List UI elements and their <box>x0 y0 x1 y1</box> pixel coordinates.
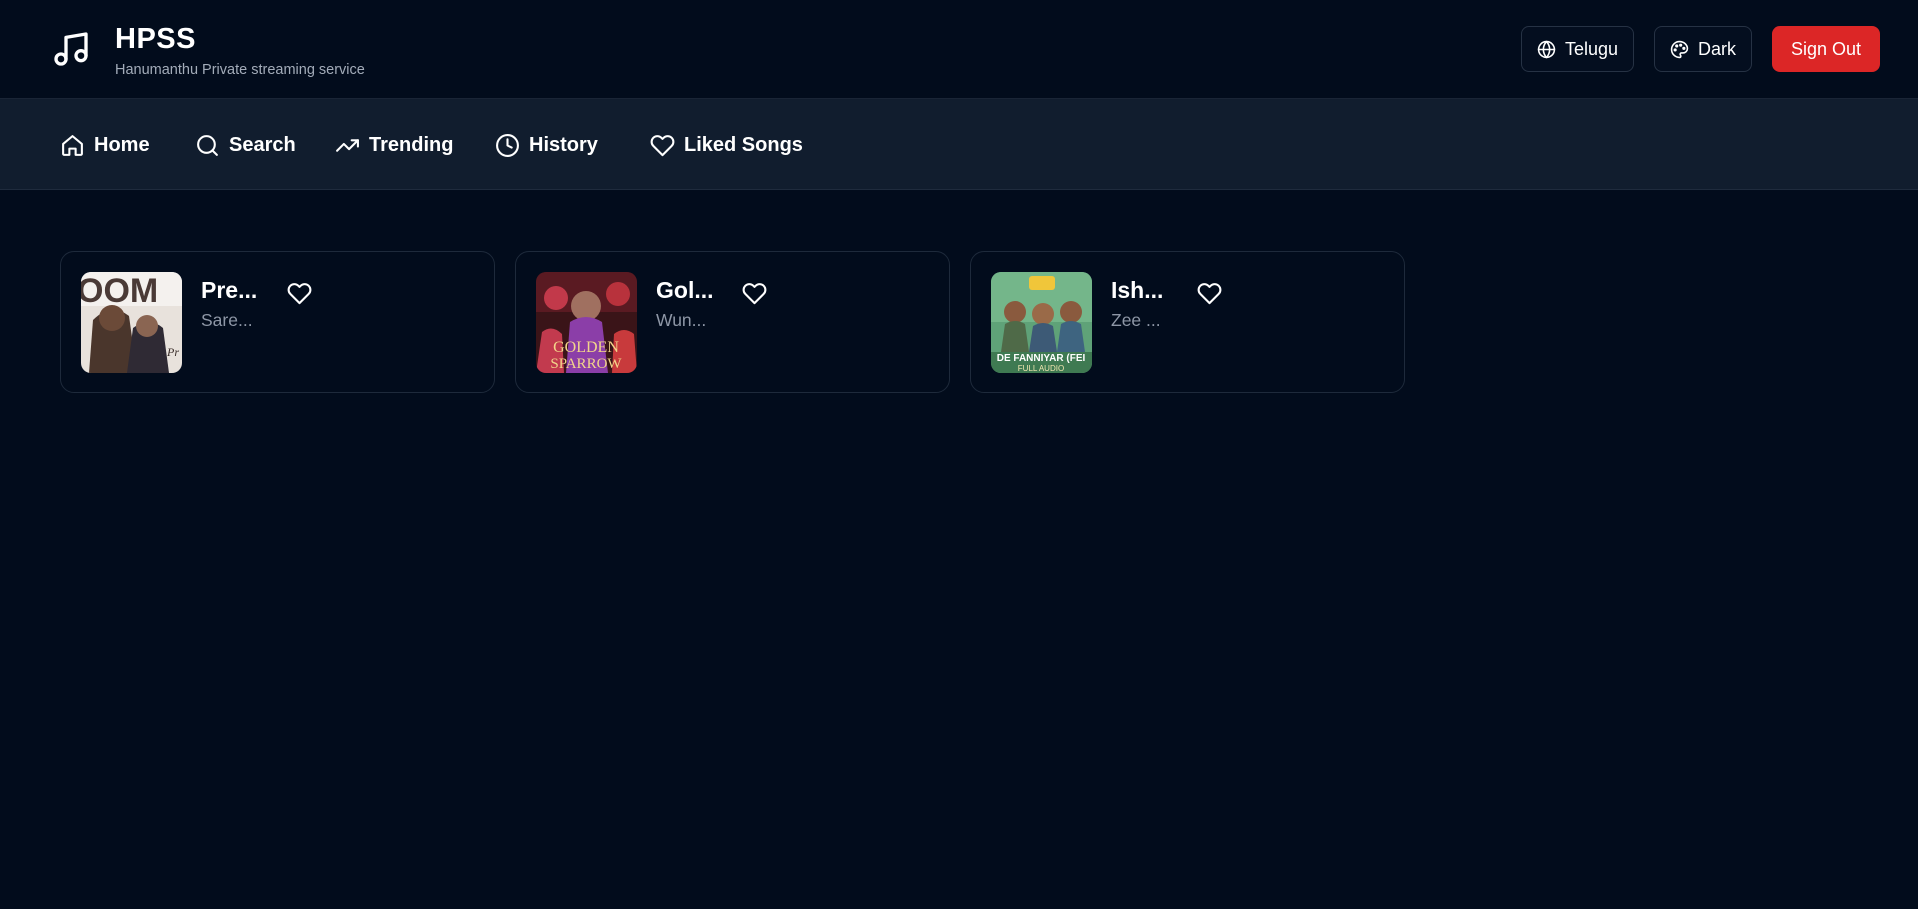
svg-text:OOM: OOM <box>81 272 158 310</box>
song-card[interactable]: GOLDEN SPARROW Gol... Wun... <box>515 251 950 393</box>
song-artist: Zee ... <box>1111 310 1161 330</box>
nav-item-label: Trending <box>369 133 454 156</box>
heart-icon <box>742 281 767 311</box>
svg-text:FULL AUDIO: FULL AUDIO <box>1018 364 1064 373</box>
palette-icon <box>1670 40 1689 59</box>
svg-text:Pr: Pr <box>166 345 179 359</box>
svg-text:GOLDEN: GOLDEN <box>553 339 619 356</box>
svg-text:DE FANNIYAR (FEI: DE FANNIYAR (FEI <box>997 353 1086 364</box>
album-art: DE FANNIYAR (FEI FULL AUDIO <box>991 272 1092 373</box>
app-header: HPSS Hanumanthu Private streaming servic… <box>0 0 1918 99</box>
theme-button[interactable]: Dark <box>1654 26 1752 72</box>
main-nav: Home Search Trending History Liked Songs <box>0 99 1918 190</box>
nav-item-label: Home <box>94 133 150 156</box>
nav-item-label: History <box>529 133 598 156</box>
app-subtitle: Hanumanthu Private streaming service <box>115 62 365 78</box>
nav-item-home[interactable]: Home <box>60 129 150 161</box>
heart-icon <box>650 133 675 158</box>
sign-out-button[interactable]: Sign Out <box>1772 26 1880 72</box>
search-icon <box>195 133 220 158</box>
nav-item-search[interactable]: Search <box>195 129 296 161</box>
heart-icon <box>287 281 312 311</box>
nav-item-trending[interactable]: Trending <box>335 129 453 161</box>
song-artist: Wun... <box>656 310 707 330</box>
clock-icon <box>495 133 520 158</box>
svg-text:SPARROW: SPARROW <box>550 356 622 372</box>
like-button[interactable] <box>740 282 768 310</box>
song-card[interactable]: OOM Pr Pre... Sare... <box>60 251 495 393</box>
album-art: GOLDEN SPARROW <box>536 272 637 373</box>
trending-up-icon <box>335 133 360 158</box>
app-title: HPSS <box>115 23 196 55</box>
song-artist: Sare... <box>201 310 253 330</box>
home-icon <box>60 133 85 158</box>
song-card[interactable]: DE FANNIYAR (FEI FULL AUDIO Ish... Zee .… <box>970 251 1405 393</box>
heart-icon <box>1197 281 1222 311</box>
music-note-icon <box>51 29 91 69</box>
like-button[interactable] <box>285 282 313 310</box>
nav-item-label: Liked Songs <box>684 133 803 156</box>
language-button[interactable]: Telugu <box>1521 26 1634 72</box>
language-label: Telugu <box>1564 38 1619 59</box>
like-button[interactable] <box>1195 282 1223 310</box>
song-title: Ish... <box>1111 277 1164 303</box>
song-title: Pre... <box>201 277 258 303</box>
theme-label: Dark <box>1697 38 1736 59</box>
nav-item-liked-songs[interactable]: Liked Songs <box>650 129 803 161</box>
song-title: Gol... <box>656 277 714 303</box>
nav-item-label: Search <box>229 133 296 156</box>
album-art: OOM Pr <box>81 272 182 373</box>
nav-item-history[interactable]: History <box>495 129 598 161</box>
globe-icon <box>1537 40 1556 59</box>
